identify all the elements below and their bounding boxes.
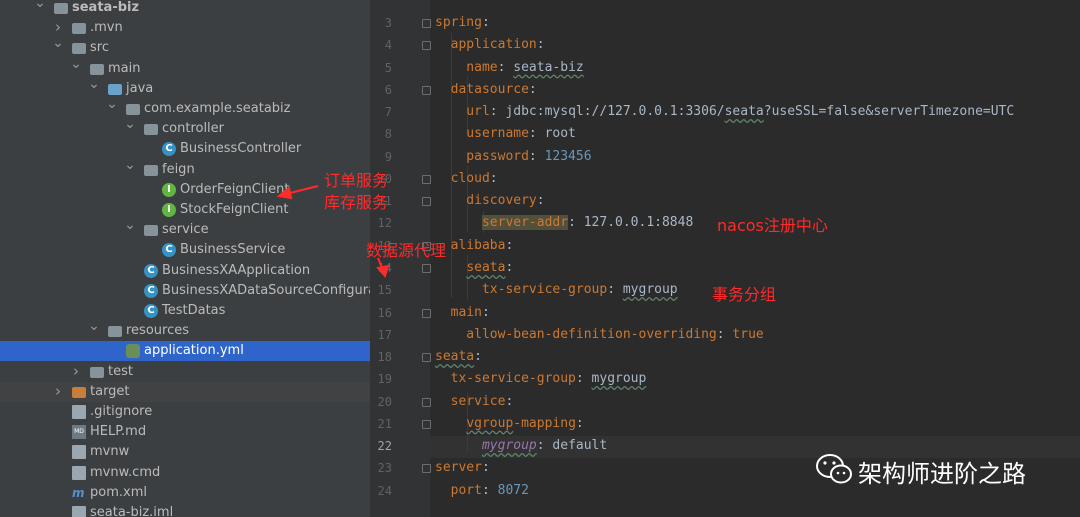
- arrow-to-order-feign-icon: [276, 185, 319, 200]
- watermark-text: 架构师进阶之路: [858, 460, 1026, 488]
- annotation-datasource-proxy: 数据源代理: [366, 241, 447, 260]
- annotation-order-service: 订单服务: [324, 171, 389, 190]
- annotation-stock-service: 库存服务: [324, 193, 389, 212]
- annotation-arrows: [276, 185, 390, 279]
- annotation-tx-group: 事务分组: [712, 285, 777, 304]
- annotation-nacos-registry: nacos注册中心: [717, 216, 828, 235]
- wechat-icon: [816, 454, 852, 484]
